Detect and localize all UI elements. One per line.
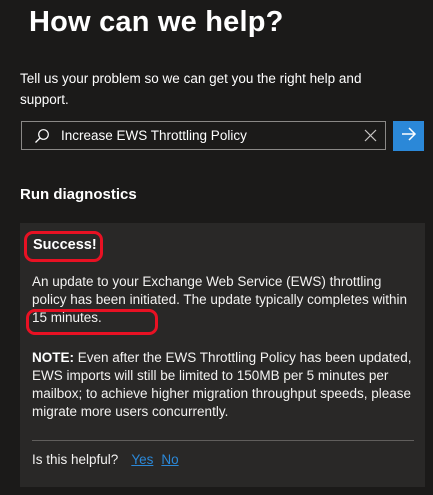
feedback-question: Is this helpful? bbox=[32, 452, 119, 467]
note-label: NOTE: bbox=[32, 350, 74, 365]
search-icon bbox=[28, 122, 56, 149]
result-message-text: An update to your Exchange Web Service (… bbox=[32, 274, 382, 307]
search-input[interactable] bbox=[56, 122, 355, 149]
feedback-row: Is this helpful? Yes No bbox=[32, 452, 179, 467]
result-title: Success! bbox=[33, 237, 97, 253]
diagnostics-result-panel: Success! An update to your Exchange Web … bbox=[20, 223, 425, 487]
arrow-right-icon bbox=[400, 126, 418, 147]
feedback-yes-link[interactable]: Yes bbox=[131, 452, 153, 467]
search-box[interactable] bbox=[21, 121, 386, 150]
divider bbox=[32, 440, 414, 441]
page-subtitle: Tell us your problem so we can get you t… bbox=[20, 71, 362, 107]
result-message: An update to your Exchange Web Service (… bbox=[32, 273, 417, 327]
close-icon[interactable] bbox=[355, 122, 385, 149]
note: NOTE: Even after the EWS Throttling Poli… bbox=[32, 349, 417, 421]
feedback-no-link[interactable]: No bbox=[161, 452, 178, 467]
run-diagnostics-heading: Run diagnostics bbox=[20, 186, 137, 203]
search-submit-button[interactable] bbox=[393, 121, 424, 151]
note-text: Even after the EWS Throttling Policy has… bbox=[32, 350, 412, 419]
page-title: How can we help? bbox=[29, 6, 284, 38]
